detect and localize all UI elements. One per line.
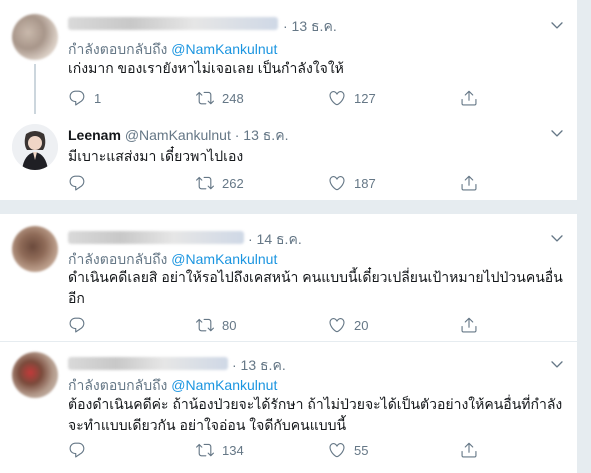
tweet-actions: 1 248 127 — [68, 88, 488, 108]
replying-to-label: กำลังตอบกลับถึง — [68, 377, 168, 393]
retweet-count: 80 — [222, 317, 237, 333]
author-name-redacted — [68, 17, 278, 30]
tweet-actions: 262 187 — [68, 173, 488, 193]
reply-icon — [68, 316, 86, 334]
retweet-button[interactable]: 80 — [196, 315, 236, 335]
author-name-redacted — [68, 357, 228, 370]
heart-icon — [328, 89, 346, 107]
reply-icon — [68, 89, 86, 107]
avatar[interactable] — [12, 226, 58, 272]
tweet-text: เก่งมาก ของเรายังหาไม่เจอเลย เป็นกำลังใจ… — [68, 60, 344, 76]
share-icon — [460, 174, 478, 192]
thread-connector — [34, 64, 36, 114]
tweet-3[interactable]: · 14 ธ.ค. กำลังตอบกลับถึง @NamKankulnut … — [0, 214, 577, 341]
avatar[interactable] — [12, 124, 58, 170]
tweet-date[interactable]: · 13 ธ.ค. — [232, 355, 286, 377]
reply-button[interactable]: 1 — [68, 88, 101, 108]
reply-icon — [68, 174, 86, 192]
reply-icon — [68, 441, 86, 459]
share-button[interactable] — [460, 440, 486, 460]
share-button[interactable] — [460, 315, 486, 335]
like-count: 127 — [354, 90, 376, 106]
like-button[interactable]: 127 — [328, 88, 376, 108]
reply-count: 1 — [94, 90, 102, 106]
chevron-down-icon[interactable] — [549, 125, 565, 141]
heart-icon — [328, 441, 346, 459]
like-button[interactable]: 55 — [328, 440, 368, 460]
replying-to-label: กำลังตอบกลับถึง — [68, 251, 168, 267]
replying-to-label: กำลังตอบกลับถึง — [68, 41, 168, 57]
share-button[interactable] — [460, 173, 486, 193]
retweet-icon — [196, 441, 214, 459]
tweet-card: · 13 ธ.ค. กำลังตอบกลับถึง @NamKankulnut … — [0, 342, 577, 473]
like-count: 187 — [354, 175, 376, 191]
tweet-4[interactable]: · 13 ธ.ค. กำลังตอบกลับถึง @NamKankulnut … — [0, 342, 577, 473]
reply-button[interactable] — [68, 440, 94, 460]
tweet-date[interactable]: · 13 ธ.ค. — [283, 16, 337, 38]
tweet-actions: 80 20 — [68, 315, 488, 335]
avatar[interactable] — [12, 352, 58, 398]
chevron-down-icon[interactable] — [549, 230, 565, 246]
like-count: 55 — [354, 442, 369, 458]
tweet-2[interactable]: Leenam @NamKankulnut · 13 ธ.ค. มีเบาะแสส… — [0, 115, 577, 200]
like-button[interactable]: 20 — [328, 315, 368, 335]
tweet-date[interactable]: · 14 ธ.ค. — [248, 229, 302, 251]
retweet-count: 248 — [222, 90, 244, 106]
retweet-icon — [196, 316, 214, 334]
tweet-text: ดำเนินคดีเลยสิ อย่าให้รอไปถึงเคสหน้า คนแ… — [68, 269, 563, 306]
avatar[interactable] — [12, 14, 58, 60]
share-icon — [460, 89, 478, 107]
author-handle[interactable]: @NamKankulnut — [125, 127, 231, 143]
replying-to-handle[interactable]: @NamKankulnut — [171, 41, 277, 57]
tweet-text: ต้องดำเนินคดีค่ะ ถ้าน้องป่วยจะได้รักษา ถ… — [68, 396, 563, 433]
replying-to-handle[interactable]: @NamKankulnut — [171, 377, 277, 393]
retweet-icon — [196, 89, 214, 107]
retweet-count: 134 — [222, 442, 244, 458]
share-button[interactable] — [460, 88, 486, 108]
retweet-button[interactable]: 134 — [196, 440, 244, 460]
like-count: 20 — [354, 317, 369, 333]
chevron-down-icon[interactable] — [549, 356, 565, 372]
author-name[interactable]: Leenam — [68, 127, 121, 143]
tweet-text: มีเบาะแสส่งมา เดี๋ยวพาไปเอง — [68, 148, 244, 164]
reply-button[interactable] — [68, 173, 94, 193]
retweet-button[interactable]: 262 — [196, 173, 244, 193]
thread-card: · 13 ธ.ค. กำลังตอบกลับถึง @NamKankulnut … — [0, 0, 577, 201]
heart-icon — [328, 316, 346, 334]
retweet-button[interactable]: 248 — [196, 88, 244, 108]
tweet-date[interactable]: · 13 ธ.ค. — [235, 127, 289, 143]
reply-button[interactable] — [68, 315, 94, 335]
retweet-count: 262 — [222, 175, 244, 191]
author[interactable]: Leenam @NamKankulnut · 13 ธ.ค. — [68, 125, 288, 147]
replying-to-handle[interactable]: @NamKankulnut — [171, 251, 277, 267]
author-name-redacted — [68, 231, 244, 244]
retweet-icon — [196, 174, 214, 192]
tweet-actions: 134 55 — [68, 440, 488, 460]
tweet-card: · 14 ธ.ค. กำลังตอบกลับถึง @NamKankulnut … — [0, 214, 577, 342]
heart-icon — [328, 174, 346, 192]
chevron-down-icon[interactable] — [549, 17, 565, 33]
share-icon — [460, 441, 478, 459]
person-avatar-icon — [12, 124, 58, 170]
share-icon — [460, 316, 478, 334]
like-button[interactable]: 187 — [328, 173, 376, 193]
tweet-1[interactable]: · 13 ธ.ค. กำลังตอบกลับถึง @NamKankulnut … — [0, 0, 577, 115]
